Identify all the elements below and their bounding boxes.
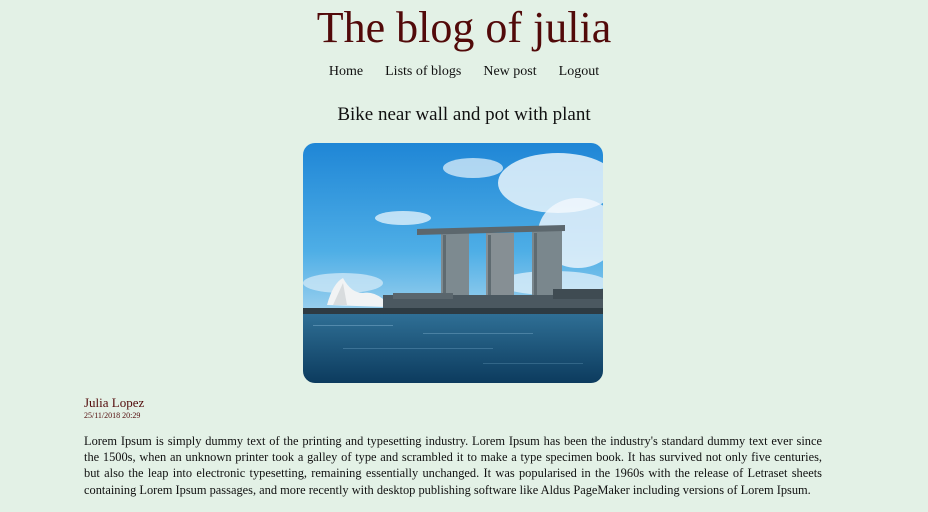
nav-new-post-link[interactable]: New post [483,64,536,80]
post-author[interactable]: Julia Lopez [84,395,144,411]
nav-home-link[interactable]: Home [329,64,363,80]
post-image [303,143,603,383]
post-body: Lorem Ipsum is simply dummy text of the … [84,434,822,497]
blog-post-page: The blog of julia Home Lists of blogs Ne… [0,0,928,512]
main-nav: Home Lists of blogs New post Logout [0,64,928,80]
post-title: Bike near wall and pot with plant [337,104,591,125]
post-date: 25/11/2018 20:29 [84,411,141,420]
site-title: The blog of julia [316,3,612,52]
nav-lists-of-blogs-link[interactable]: Lists of blogs [385,64,461,80]
nav-logout-link[interactable]: Logout [559,64,599,80]
